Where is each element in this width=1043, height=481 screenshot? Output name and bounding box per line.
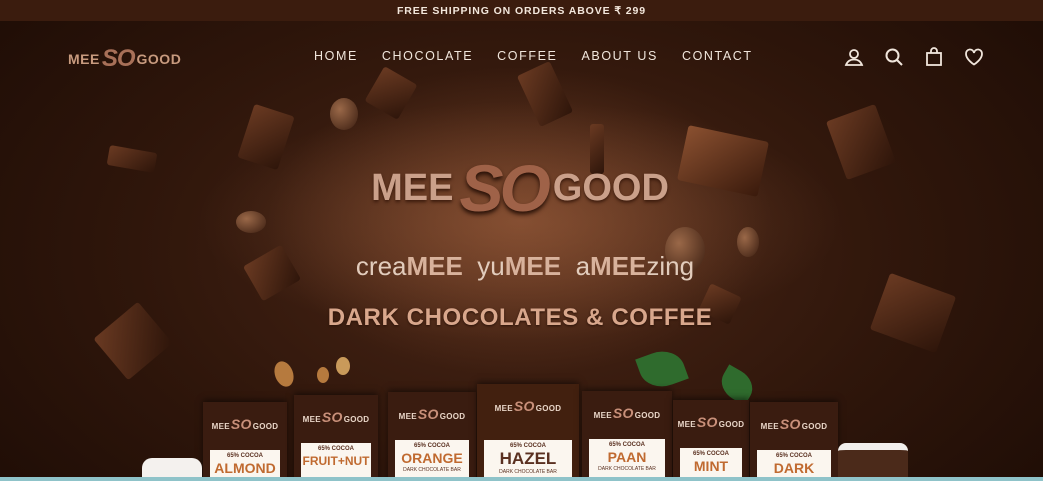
bar-brand: MEESOGOOD — [398, 406, 466, 422]
coffee-bean — [737, 227, 759, 257]
product-bar-hazel[interactable]: MEESOGOOD 65% COCOA HAZEL DARK CHOCOLATE… — [477, 384, 579, 481]
nav-about-us[interactable]: ABOUT US — [581, 49, 657, 63]
bar-label: 65% COCOA PAAN DARK CHOCOLATE BAR — [589, 439, 665, 481]
chocolate-piece — [106, 144, 158, 174]
bar-brand: MEESOGOOD — [760, 416, 828, 432]
product-bar-fruit-nut[interactable]: MEESOGOOD 65% COCOA FRUIT+NUT — [294, 395, 378, 481]
bar-brand: MEESOGOOD — [302, 409, 370, 425]
product-bar-paan[interactable]: MEESOGOOD 65% COCOA PAAN DARK CHOCOLATE … — [582, 391, 672, 481]
coffee-bean — [330, 98, 358, 130]
product-bar-dark[interactable]: MEESOGOOD 65% COCOA DARK — [750, 402, 838, 481]
logo-part-3: GOOD — [136, 51, 182, 67]
product-bar-almond[interactable]: MEESOGOOD 65% COCOA ALMOND — [203, 402, 287, 481]
site-logo[interactable]: MEE SO GOOD — [68, 45, 182, 72]
bar-label: 65% COCOA FRUIT+NUT — [301, 443, 371, 481]
hero-headline: DARK CHOCOLATES & COFFEE — [327, 304, 713, 331]
bar-brand: MEESOGOOD — [494, 398, 562, 414]
hero-banner: MEE SO GOOD HOME CHOCOLATE COFFEE ABOUT … — [0, 21, 1043, 481]
bar-flavor: PAAN — [607, 449, 647, 465]
account-icon[interactable] — [843, 46, 865, 68]
hero-logo-part-1: MEE — [371, 166, 454, 209]
wishlist-icon[interactable] — [963, 46, 985, 68]
product-jar — [838, 443, 908, 481]
bar-brand: MEESOGOOD — [677, 414, 745, 430]
tagline-word: creaMEE — [355, 251, 463, 281]
bar-flavor: DARK — [773, 460, 815, 476]
bar-flavor: ALMOND — [214, 460, 276, 476]
hero-logo-part-3: GOOD — [552, 166, 669, 209]
bar-label: 65% COCOA ORANGE DARK CHOCOLATE BAR — [395, 440, 469, 481]
product-bar-mint[interactable]: MEESOGOOD 65% COCOA MINT — [673, 400, 749, 481]
product-lineup: MEESOGOOD 65% COCOA ALMOND MEESOGOOD 65%… — [140, 376, 930, 481]
hero-logo: MEE SO GOOD — [345, 151, 695, 225]
bar-brand: MEESOGOOD — [211, 416, 279, 432]
cart-icon[interactable] — [923, 46, 945, 68]
nav-chocolate[interactable]: CHOCOLATE — [382, 49, 473, 63]
logo-part-1: MEE — [68, 51, 100, 67]
bar-flavor: ORANGE — [401, 450, 463, 466]
tagline-word: aMEEzing — [575, 251, 695, 281]
header-icons — [843, 46, 985, 68]
main-nav: HOME CHOCOLATE COFFEE ABOUT US CONTACT — [314, 49, 777, 63]
nav-coffee[interactable]: COFFEE — [497, 49, 557, 63]
bar-brand: MEESOGOOD — [593, 405, 661, 421]
chocolate-piece — [93, 301, 173, 381]
logo-part-2: SO — [101, 45, 136, 72]
search-icon[interactable] — [883, 46, 905, 68]
nav-home[interactable]: HOME — [314, 49, 358, 63]
product-bar-orange[interactable]: MEESOGOOD 65% COCOA ORANGE DARK CHOCOLAT… — [388, 392, 476, 481]
bar-flavor: MINT — [693, 458, 729, 474]
almond-nut — [336, 357, 350, 375]
bar-label: 65% COCOA HAZEL DARK CHOCOLATE BAR — [484, 440, 572, 481]
bar-flavor: FRUIT+NUT — [302, 454, 370, 468]
hero-logo-part-2: SO — [459, 151, 550, 225]
announcement-text: FREE SHIPPING ON ORDERS ABOVE ₹ 299 — [396, 4, 646, 17]
coffee-bean — [236, 211, 266, 233]
tagline-word: yuMEE — [477, 251, 562, 281]
chocolate-piece — [869, 272, 957, 354]
nav-contact[interactable]: CONTACT — [682, 49, 753, 63]
bottom-strip — [0, 477, 1043, 481]
bar-flavor: HAZEL — [499, 449, 557, 468]
announcement-bar: FREE SHIPPING ON ORDERS ABOVE ₹ 299 — [0, 0, 1043, 21]
hero-tagline: creaMEE yuMEE aMEEzing — [325, 251, 725, 282]
